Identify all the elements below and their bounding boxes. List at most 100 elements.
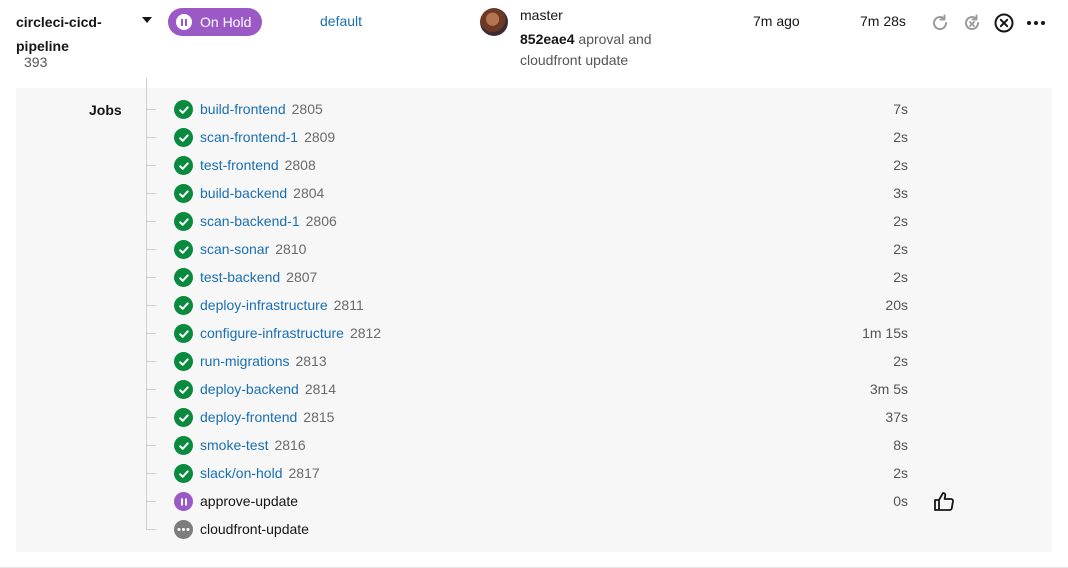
success-check-icon <box>174 408 193 427</box>
rerun-icon[interactable] <box>929 12 951 34</box>
tree-branch <box>146 389 156 390</box>
job-duration: 2s <box>893 213 908 229</box>
success-check-icon <box>174 296 193 315</box>
job-row[interactable]: run-migrations 2813 2s <box>146 348 1026 376</box>
job-row[interactable]: deploy-infrastructure 2811 20s <box>146 292 1026 320</box>
tree-branch <box>146 221 156 222</box>
job-row[interactable]: build-frontend 2805 7s <box>146 96 1026 124</box>
job-row[interactable]: scan-backend-1 2806 2s <box>146 208 1026 236</box>
tree-branch <box>146 165 156 166</box>
job-name[interactable]: test-frontend <box>200 157 279 173</box>
job-duration: 2s <box>893 241 908 257</box>
queued-dots-icon <box>174 520 193 539</box>
job-row[interactable]: deploy-frontend 2815 37s <box>146 404 1026 432</box>
tree-branch <box>146 277 156 278</box>
approve-thumbs-up-icon[interactable] <box>932 490 956 514</box>
job-row[interactable]: scan-sonar 2810 2s <box>146 236 1026 264</box>
job-title: configure-infrastructure 2812 <box>200 325 381 341</box>
job-number: 2813 <box>295 353 327 369</box>
job-duration: 7s <box>893 101 908 117</box>
pipeline-number: 393 <box>24 54 48 70</box>
success-check-icon <box>174 268 193 287</box>
tree-branch <box>146 249 156 250</box>
job-row[interactable]: test-backend 2807 2s <box>146 264 1026 292</box>
job-title: build-backend 2804 <box>200 185 324 201</box>
job-name[interactable]: deploy-frontend <box>200 409 297 425</box>
job-duration: 20s <box>885 297 908 313</box>
job-row[interactable]: smoke-test 2816 8s <box>146 432 1026 460</box>
job-row[interactable]: deploy-backend 2814 3m 5s <box>146 376 1026 404</box>
job-duration: 2s <box>893 465 908 481</box>
job-row[interactable]: test-frontend 2808 2s <box>146 152 1026 180</box>
status-badge: On Hold <box>168 8 262 36</box>
job-name[interactable]: smoke-test <box>200 437 268 453</box>
rerun-failed-icon[interactable] <box>961 12 983 34</box>
job-title: test-backend 2807 <box>200 269 317 285</box>
commit-hash[interactable]: 852eae4 <box>520 31 575 47</box>
job-row[interactable]: build-backend 2804 3s <box>146 180 1026 208</box>
success-check-icon <box>174 464 193 483</box>
pipeline-name[interactable]: circleci-cicd-pipeline <box>16 10 126 58</box>
job-duration: 1m 15s <box>862 325 908 341</box>
success-check-icon <box>174 128 193 147</box>
job-number: 2808 <box>284 157 316 173</box>
success-check-icon <box>174 184 193 203</box>
success-check-icon <box>174 324 193 343</box>
success-check-icon <box>174 352 193 371</box>
commit-info: 852eae4 aproval and cloudfront update <box>520 29 670 71</box>
job-name[interactable]: deploy-infrastructure <box>200 297 328 313</box>
job-number: 2816 <box>274 437 306 453</box>
cancel-icon[interactable] <box>993 12 1015 34</box>
job-row[interactable]: slack/on-hold 2817 2s <box>146 460 1026 488</box>
more-options-icon[interactable] <box>1025 12 1047 34</box>
project-branch-link[interactable]: default <box>320 13 362 29</box>
job-name[interactable]: build-frontend <box>200 101 286 117</box>
job-name[interactable]: slack/on-hold <box>200 465 283 481</box>
pause-icon <box>176 14 192 30</box>
job-name: cloudfront-update <box>200 521 309 537</box>
success-check-icon <box>174 436 193 455</box>
job-name[interactable]: run-migrations <box>200 353 289 369</box>
pipeline-page: circleci-cicd-pipeline 393 On Hold defau… <box>0 0 1068 568</box>
job-title: deploy-backend 2814 <box>200 381 336 397</box>
job-name[interactable]: build-backend <box>200 185 287 201</box>
job-title: approve-update <box>200 493 298 509</box>
job-number: 2804 <box>293 185 325 201</box>
job-name[interactable]: scan-frontend-1 <box>200 129 298 145</box>
tree-branch <box>146 501 156 502</box>
job-duration: 2s <box>893 157 908 173</box>
job-number: 2810 <box>275 241 307 257</box>
tree-branch <box>146 529 156 530</box>
job-name[interactable]: configure-infrastructure <box>200 325 344 341</box>
job-row[interactable]: configure-infrastructure 2812 1m 15s <box>146 320 1026 348</box>
tree-branch <box>146 137 156 138</box>
avatar <box>480 8 508 36</box>
job-row[interactable]: approve-update 0s <box>146 488 1026 516</box>
job-name: approve-update <box>200 493 299 509</box>
jobs-label: Jobs <box>89 102 122 118</box>
job-name[interactable]: scan-sonar <box>200 241 269 257</box>
job-title: scan-frontend-1 2809 <box>200 129 335 145</box>
job-duration: 2s <box>893 129 908 145</box>
tree-branch <box>146 193 156 194</box>
job-title: smoke-test 2816 <box>200 437 306 453</box>
success-check-icon <box>174 156 193 175</box>
expand-caret-icon[interactable] <box>142 17 152 23</box>
success-check-icon <box>174 240 193 259</box>
job-duration: 3m 5s <box>869 381 908 397</box>
commit-branch[interactable]: master <box>520 7 563 23</box>
job-number: 2812 <box>349 325 382 341</box>
job-name[interactable]: test-backend <box>200 269 280 285</box>
job-duration: 3s <box>893 185 908 201</box>
job-title: scan-sonar 2810 <box>200 241 306 257</box>
job-title: run-migrations 2813 <box>200 353 327 369</box>
job-name[interactable]: scan-backend-1 <box>200 213 300 229</box>
job-name[interactable]: deploy-backend <box>200 381 299 397</box>
job-number: 2811 <box>333 297 364 313</box>
job-title: build-frontend 2805 <box>200 101 323 117</box>
tree-branch <box>146 305 156 306</box>
tree-branch <box>146 109 156 110</box>
job-row[interactable]: scan-frontend-1 2809 2s <box>146 124 1026 152</box>
jobs-panel: Jobs build-frontend 2805 7s scan-frontend-1… <box>16 78 1052 552</box>
on-hold-pause-icon <box>174 492 193 511</box>
